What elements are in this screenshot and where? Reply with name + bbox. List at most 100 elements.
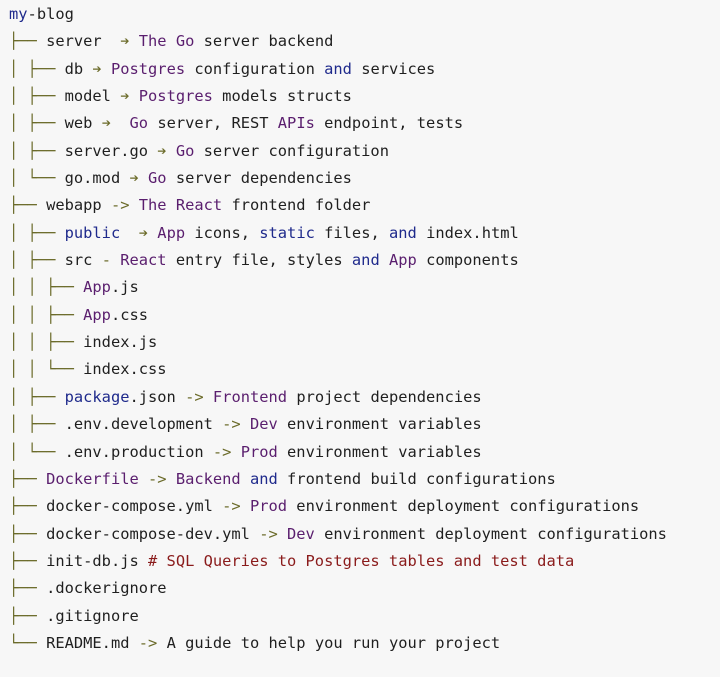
code-token: ➔: [101, 114, 130, 133]
code-token: ->: [212, 442, 241, 461]
code-line: │ ├── server.go ➔ Go server configuratio…: [0, 138, 720, 165]
code-token: ➔: [138, 223, 158, 242]
code-line: │ │ ├── App.css: [0, 302, 720, 329]
tree-branch: ├──: [9, 469, 47, 488]
code-token: A guide to help you run your project: [166, 633, 501, 652]
code-token: environment deployment configurations: [296, 497, 640, 516]
code-token: and: [389, 223, 427, 242]
code-token: go.mod: [64, 169, 130, 188]
code-token: environment variables: [287, 442, 482, 461]
code-token: ->: [110, 196, 139, 215]
code-token: README.md: [46, 633, 139, 652]
code-token: src: [64, 251, 102, 270]
code-token: ➔: [92, 59, 111, 78]
code-line: │ └── .env.production -> Prod environmen…: [0, 439, 720, 466]
code-line: ├── docker-compose.yml -> Prod environme…: [0, 493, 720, 520]
code-token: Backend: [175, 469, 250, 488]
code-token: ➔: [129, 169, 149, 188]
code-token: Postgres: [138, 87, 223, 106]
code-line: my-blog: [0, 1, 720, 28]
code-token: .env.development: [64, 415, 223, 434]
code-token: Dev: [249, 415, 288, 434]
code-line: │ ├── public ➔ App icons, static files, …: [0, 220, 720, 247]
code-token: The Go: [138, 32, 204, 51]
code-token: APIs: [277, 114, 325, 133]
code-token: and: [249, 469, 288, 488]
code-token: ->: [185, 387, 213, 406]
code-line: │ ├── model ➔ Postgres models structs: [0, 83, 720, 110]
tree-branch: │ ├──: [9, 59, 65, 78]
code-token: React: [120, 251, 176, 270]
code-token: and: [351, 251, 389, 270]
code-token: ->: [259, 524, 288, 543]
code-token: server: [46, 32, 121, 51]
code-line: │ │ ├── App.js: [0, 274, 720, 301]
code-token: ->: [138, 633, 167, 652]
code-token: db: [64, 59, 93, 78]
code-line: ├── Dockerfile -> Backend and frontend b…: [0, 466, 720, 493]
code-line: │ ├── .env.development -> Dev environmen…: [0, 411, 720, 438]
code-token: public: [64, 223, 139, 242]
code-token: entry file, styles: [175, 251, 352, 270]
code-token: ->: [148, 469, 176, 488]
code-token: The React: [138, 196, 232, 215]
code-token: blog: [36, 5, 74, 23]
code-token: server, REST: [157, 114, 278, 133]
code-line: └── README.md -> A guide to help you run…: [0, 630, 720, 657]
code-line: ├── .dockerignore: [0, 575, 720, 602]
tree-branch: └──: [9, 633, 47, 652]
tree-branch: │ ├──: [9, 87, 65, 106]
code-token: index: [426, 223, 473, 242]
code-token: files,: [324, 223, 389, 242]
code-token: server configuration: [203, 141, 389, 160]
code-line: │ ├── package.json -> Frontend project d…: [0, 384, 720, 411]
code-token: services: [361, 59, 436, 78]
code-token: and: [324, 59, 362, 78]
code-token: endpoint, tests: [324, 114, 464, 133]
code-token: -: [27, 5, 37, 23]
tree-branch: ├──: [9, 497, 47, 516]
code-token: package: [64, 387, 130, 406]
code-token: Postgres: [110, 59, 195, 78]
tree-branch: │ ├──: [9, 114, 65, 133]
code-token: ➔: [120, 32, 139, 51]
code-token: # SQL Queries to Postgres tables and tes…: [148, 551, 575, 570]
code-token: project dependencies: [296, 387, 482, 406]
code-token: configuration: [194, 59, 325, 78]
code-token: .gitignore: [46, 606, 139, 625]
code-token: environment deployment configurations: [324, 524, 667, 543]
code-line: ├── init-db.js # SQL Queries to Postgres…: [0, 548, 720, 575]
code-token: environment variables: [287, 415, 482, 434]
tree-branch: │ └──: [9, 169, 65, 188]
code-token: Go: [148, 169, 176, 188]
code-token: .css: [110, 305, 149, 324]
code-token: html: [481, 223, 519, 242]
code-token: ➔: [157, 141, 176, 160]
code-token: icons,: [194, 223, 260, 242]
code-token: Dev: [287, 524, 325, 543]
code-token: frontend build configurations: [287, 469, 556, 488]
tree-branch: │ │ ├──: [9, 278, 84, 297]
code-token: ->: [222, 497, 250, 516]
code-line: │ │ ├── index.js: [0, 329, 720, 356]
code-token: docker-compose.yml: [46, 497, 223, 516]
code-token: Prod: [240, 442, 288, 461]
code-token: -: [101, 251, 121, 270]
tree-branch: ├──: [9, 196, 47, 215]
code-line: ├── webapp -> The React frontend folder: [0, 192, 720, 219]
code-token: App: [388, 251, 427, 270]
code-token: .dockerignore: [46, 579, 167, 598]
tree-branch: ├──: [9, 606, 47, 625]
code-token: docker-compose-dev.yml: [46, 524, 260, 543]
code-token: Go: [175, 141, 204, 160]
code-token: server.go: [64, 141, 158, 160]
tree-branch: │ ├──: [9, 415, 65, 434]
tree-branch: ├──: [9, 579, 47, 598]
code-token: index.css: [83, 360, 167, 379]
code-token: App: [83, 305, 111, 324]
tree-branch: ├──: [9, 32, 47, 51]
code-token: App: [157, 223, 195, 242]
tree-branch: │ │ ├──: [9, 333, 84, 352]
code-token: components: [426, 251, 519, 270]
tree-branch: │ ├──: [9, 223, 65, 242]
